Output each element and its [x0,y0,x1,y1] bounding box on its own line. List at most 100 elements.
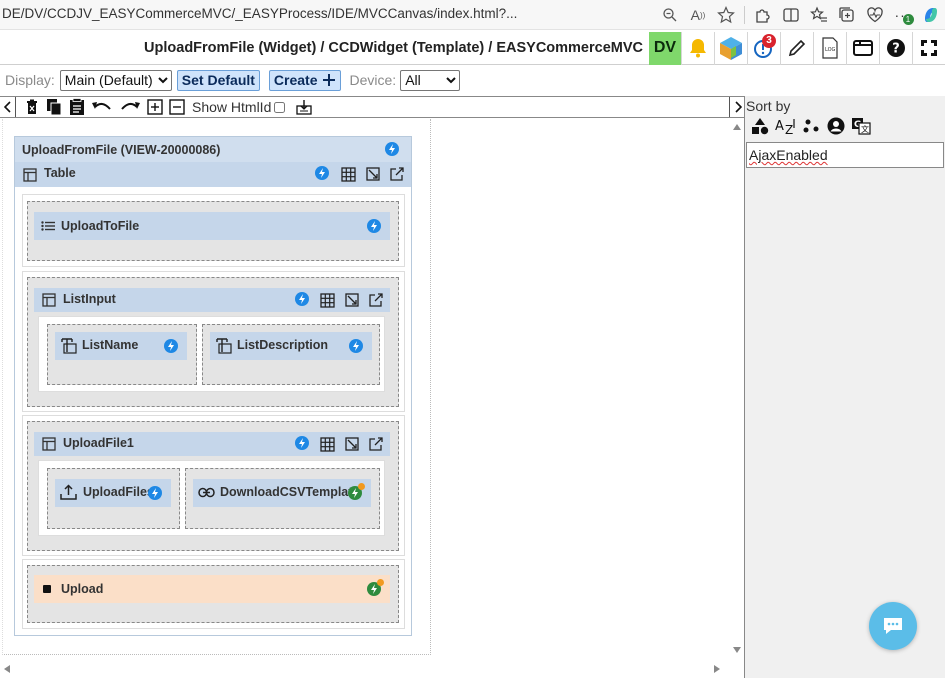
collections-icon[interactable] [833,1,861,29]
split-screen-icon[interactable] [777,1,805,29]
user-icon[interactable] [827,117,845,135]
scroll-down-arrow-icon[interactable] [733,647,741,653]
svg-text:?: ? [892,42,900,57]
list-name-ajax-icon[interactable] [164,339,178,353]
translate-icon[interactable]: G文 [851,117,871,135]
log-button[interactable]: LOG [813,31,846,65]
view-ajax-icon[interactable] [385,142,399,156]
view-title: UploadFromFile (VIEW-20000086) [22,143,221,157]
upload-files-control[interactable]: UploadFiles [55,479,171,507]
scroll-right-arrow-icon[interactable] [714,665,720,673]
redo-button[interactable] [116,97,144,117]
table-icon [42,293,56,307]
edit-button[interactable] [780,31,813,65]
property-search-input[interactable]: AjaxEnabled [746,142,944,168]
upload-file1-open-icon[interactable] [367,435,385,453]
list-name-control[interactable]: ListName [55,332,187,360]
zoom-icon[interactable] [656,1,684,29]
browser-toolbar: DE/DV/CCDJV_EASYCommerceMVC/_EASYProcess… [0,0,945,30]
favorites-list-icon[interactable] [805,1,833,29]
trash-icon [27,99,37,114]
browser-health-icon[interactable] [861,1,889,29]
property-search-value: AjaxEnabled [749,147,828,163]
alerts-button[interactable]: 3 [747,31,780,65]
cube-icon [720,37,742,60]
list-input-grid-icon[interactable] [318,291,336,309]
upload-file1-grid-icon[interactable] [318,435,336,453]
extensions-icon[interactable] [749,1,777,29]
drop-zone: UploadToFile [27,201,399,261]
sort-by-type-icon[interactable] [751,117,769,135]
scroll-left-arrow-icon[interactable] [4,665,10,673]
table-ajax-icon[interactable] [315,166,329,180]
scroll-up-arrow-icon[interactable] [733,124,741,130]
more-menu-icon[interactable]: ··· 1 [889,1,917,29]
list-input-resize-icon[interactable] [343,291,361,309]
list-input-open-icon[interactable] [367,291,385,309]
show-htmlid-checkbox[interactable] [274,101,286,113]
upload-file1-ajax-icon[interactable] [295,436,309,450]
chat-button[interactable] [869,602,917,650]
collapse-all-button[interactable] [166,97,188,117]
svg-text:A: A [775,119,784,134]
display-select[interactable]: Main (Default) [59,69,172,91]
sort-group-icon[interactable] [803,118,821,135]
fullscreen-button[interactable] [912,31,945,65]
sort-alpha-icon[interactable]: AZ [775,117,797,135]
window-button[interactable] [846,31,879,65]
table-grid-icon[interactable] [339,165,357,183]
upload-file1-bar[interactable]: UploadFile1 [34,432,390,456]
device-select[interactable]: All [400,69,461,91]
create-button[interactable]: Create [268,69,341,91]
set-default-button[interactable]: Set Default [176,69,260,91]
table-open-icon[interactable] [388,165,406,183]
upload-button-control[interactable]: Upload [34,575,390,603]
print-button[interactable] [293,97,315,117]
list-input-bar[interactable]: ListInput [34,288,390,312]
view-container[interactable]: UploadFromFile (VIEW-20000086) Table Upl… [14,136,412,636]
cube-button[interactable] [714,31,747,65]
list-name-label: ListName [82,338,139,352]
drop-zone: ListName [47,324,197,385]
list-input-ajax-icon[interactable] [295,292,309,306]
table-bar[interactable]: Table [15,162,411,187]
upload-files-label: UploadFiles [83,485,154,499]
paste-button[interactable] [66,97,88,117]
upload-file1-label: UploadFile1 [63,436,134,450]
undo-button[interactable] [88,97,116,117]
canvas-vertical-scrollbar[interactable] [730,119,744,659]
notification-bell-button[interactable] [681,31,714,65]
upload-file1-resize-icon[interactable] [343,435,361,453]
drop-zone: UploadFile1 UploadFiles DownloadCSVTempl… [27,421,399,551]
table-icon [23,168,37,182]
undo-icon [92,102,111,110]
upload-to-file-ajax-icon[interactable] [367,219,381,233]
address-bar[interactable]: DE/DV/CCDJV_EASYCommerceMVC/_EASYProcess… [2,6,517,21]
expand-all-button[interactable] [144,97,166,117]
drop-zone: DownloadCSVTemplate [185,468,380,529]
table-resize-icon[interactable] [364,165,382,183]
bell-icon [690,39,706,58]
delete-button[interactable] [22,97,42,117]
favorite-star-icon[interactable] [712,1,740,29]
view-title-bar[interactable]: UploadFromFile (VIEW-20000086) [15,137,411,162]
expand-icon [921,40,937,56]
read-aloud-icon[interactable]: A)) [684,1,712,29]
upload-warning-icon [377,579,384,586]
copy-button[interactable] [42,97,66,117]
list-description-control[interactable]: ListDescription [210,332,372,360]
list-description-ajax-icon[interactable] [349,339,363,353]
download-csv-template-control[interactable]: DownloadCSVTemplate [193,479,371,507]
link-icon [198,487,215,498]
copy-icon [47,99,62,116]
dv-button[interactable]: DV [649,31,681,65]
copilot-icon[interactable] [917,1,945,29]
collapse-left-button[interactable] [0,97,16,117]
help-button[interactable]: ? [879,31,912,65]
textbox-icon [61,338,77,354]
upload-to-file-control[interactable]: UploadToFile [34,212,390,240]
upload-files-ajax-icon[interactable] [148,486,162,500]
svg-text:Z: Z [785,123,793,135]
canvas-horizontal-scrollbar[interactable] [0,660,730,678]
collapse-right-button[interactable] [729,97,745,117]
